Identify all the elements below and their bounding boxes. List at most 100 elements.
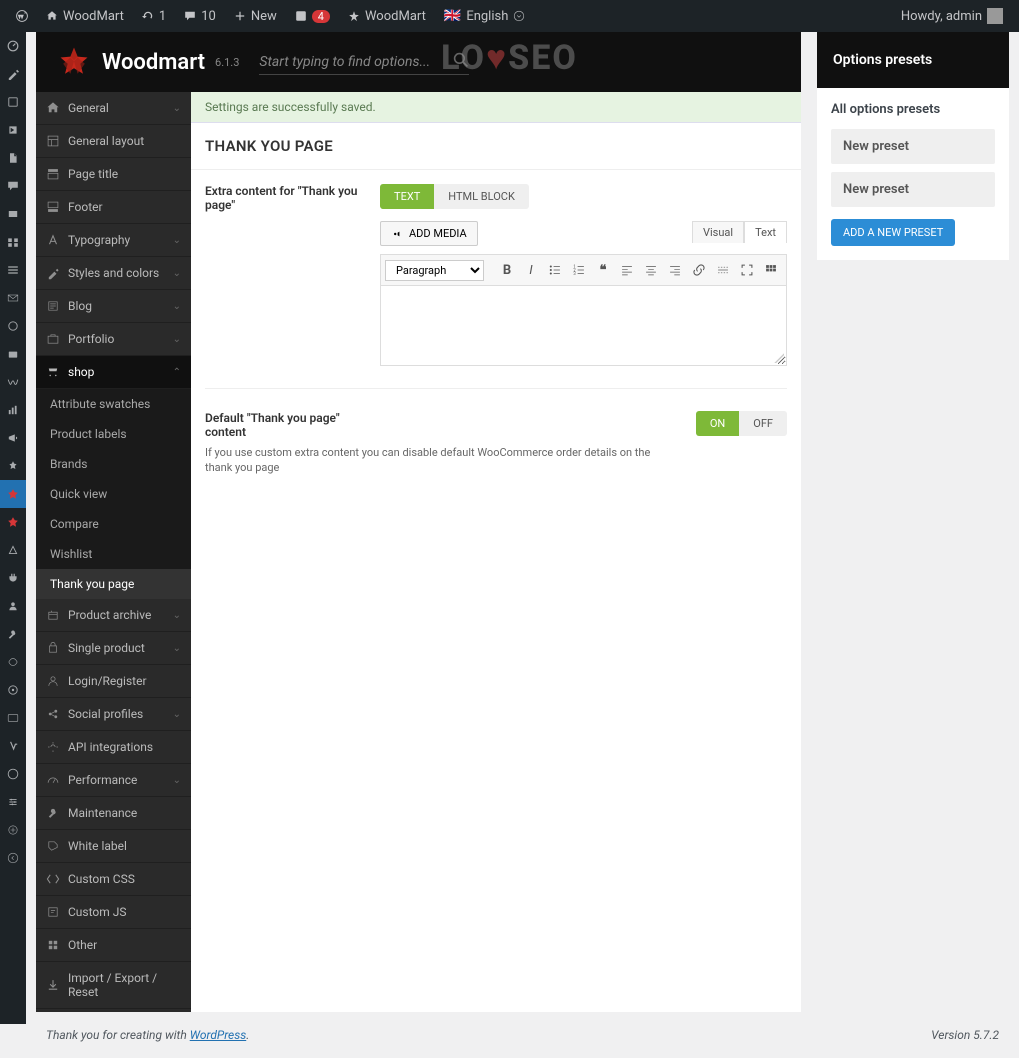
updates-count: 1 (159, 9, 166, 24)
rail-analytics-icon[interactable] (0, 396, 26, 424)
nav-footer[interactable]: Footer (36, 191, 191, 224)
theme-search-input[interactable] (259, 50, 469, 75)
rail-item-icon[interactable] (0, 312, 26, 340)
rail-settings-icon[interactable] (0, 788, 26, 816)
rail-item-icon[interactable] (0, 228, 26, 256)
rail-item-icon[interactable] (0, 88, 26, 116)
chevron-down-icon: ⌄ (173, 643, 181, 654)
nav-brands[interactable]: Brands (36, 449, 191, 479)
nav-product-archive[interactable]: Product archive⌄ (36, 599, 191, 632)
add-preset-button[interactable]: ADD A NEW PRESET (831, 219, 955, 246)
wordpress-link[interactable]: WordPress (190, 1028, 247, 1042)
toggle-off-button[interactable]: OFF (739, 411, 787, 436)
italic-button[interactable]: I (520, 259, 542, 281)
comments-link[interactable]: 10 (176, 0, 224, 32)
fullscreen-button[interactable] (736, 259, 758, 281)
rail-dashboard-icon[interactable] (0, 32, 26, 60)
rail-item-icon[interactable] (0, 648, 26, 676)
toggle-on-button[interactable]: ON (696, 411, 739, 436)
content-type-switch: TEXT HTML BLOCK (380, 184, 529, 209)
rail-item-icon[interactable] (0, 200, 26, 228)
rail-item-icon[interactable] (0, 508, 26, 536)
format-select[interactable]: Paragraph (385, 260, 484, 281)
rail-plugins-icon[interactable] (0, 564, 26, 592)
nav-blog[interactable]: Blog⌄ (36, 290, 191, 323)
rail-item-icon[interactable] (0, 676, 26, 704)
yoast-link[interactable]: 4 (287, 0, 338, 32)
numbered-list-button[interactable]: 123 (568, 259, 590, 281)
preset-item[interactable]: New preset (831, 129, 995, 164)
blockquote-button[interactable]: ❝ (592, 259, 614, 281)
rail-item-icon[interactable] (0, 340, 26, 368)
wp-logo[interactable] (8, 0, 36, 32)
link-button[interactable] (688, 259, 710, 281)
rail-mail-icon[interactable] (0, 284, 26, 312)
nav-single-product[interactable]: Single product⌄ (36, 632, 191, 665)
read-more-button[interactable] (712, 259, 734, 281)
nav-typography[interactable]: Typography⌄ (36, 224, 191, 257)
nav-maintenance[interactable]: Maintenance (36, 797, 191, 830)
rail-woo-icon[interactable] (0, 368, 26, 396)
nav-page-title[interactable]: Page title (36, 158, 191, 191)
site-name-link[interactable]: WoodMart (38, 0, 132, 32)
nav-compare[interactable]: Compare (36, 509, 191, 539)
user-menu[interactable]: Howdy, admin (893, 0, 1011, 32)
nav-custom-js[interactable]: Custom JS (36, 896, 191, 929)
editor-textarea[interactable] (380, 286, 787, 366)
nav-styles-colors[interactable]: Styles and colors⌄ (36, 257, 191, 290)
theme-link[interactable]: WoodMart (340, 0, 434, 32)
nav-shop[interactable]: shop⌃ (36, 356, 191, 389)
nav-performance[interactable]: Performance⌄ (36, 764, 191, 797)
nav-product-labels[interactable]: Product labels (36, 419, 191, 449)
add-media-button[interactable]: ADD MEDIA (380, 221, 478, 246)
rail-woodmart-icon[interactable] (0, 480, 26, 508)
editor-toolbar: Paragraph B I 123 ❝ (380, 254, 787, 286)
editor-tab-visual[interactable]: Visual (692, 221, 744, 243)
rail-item-icon[interactable] (0, 704, 26, 732)
rail-appearance-icon[interactable] (0, 536, 26, 564)
rail-item-icon[interactable] (0, 816, 26, 844)
rail-pages-icon[interactable] (0, 144, 26, 172)
rail-users-icon[interactable] (0, 592, 26, 620)
nav-wishlist[interactable]: Wishlist (36, 539, 191, 569)
toolbar-toggle-button[interactable] (760, 259, 782, 281)
preset-item[interactable]: New preset (831, 172, 995, 207)
nav-custom-css[interactable]: Custom CSS (36, 863, 191, 896)
nav-general[interactable]: General⌄ (36, 92, 191, 125)
rail-item-icon[interactable] (0, 256, 26, 284)
rail-tools-icon[interactable] (0, 620, 26, 648)
rail-posts-icon[interactable] (0, 60, 26, 88)
tab-html-block-button[interactable]: HTML BLOCK (434, 184, 529, 209)
nav-api-integrations[interactable]: API integrations (36, 731, 191, 764)
align-right-button[interactable] (664, 259, 686, 281)
bullet-list-button[interactable] (544, 259, 566, 281)
rail-seo-icon[interactable] (0, 732, 26, 760)
nav-login-register[interactable]: Login/Register (36, 665, 191, 698)
rail-item-icon[interactable] (0, 760, 26, 788)
nav-social-profiles[interactable]: Social profiles⌄ (36, 698, 191, 731)
nav-thank-you-page[interactable]: Thank you page (36, 569, 191, 599)
editor-tab-text[interactable]: Text (744, 221, 787, 243)
rail-comments-icon[interactable] (0, 172, 26, 200)
nav-general-layout[interactable]: General layout (36, 125, 191, 158)
rail-collapse-icon[interactable] (0, 844, 26, 872)
new-content-link[interactable]: New (226, 0, 285, 32)
bold-button[interactable]: B (496, 259, 518, 281)
nav-portfolio[interactable]: Portfolio⌄ (36, 323, 191, 356)
rail-marketing-icon[interactable] (0, 424, 26, 452)
nav-import-export[interactable]: Import / Export / Reset (36, 962, 191, 1009)
yoast-count: 4 (312, 10, 330, 23)
updates-link[interactable]: 1 (134, 0, 174, 32)
nav-other[interactable]: Other (36, 929, 191, 962)
nav-attribute-swatches[interactable]: Attribute swatches (36, 389, 191, 419)
align-center-button[interactable] (640, 259, 662, 281)
rail-item-icon[interactable] (0, 452, 26, 480)
nav-white-label[interactable]: White label (36, 830, 191, 863)
footer-thank-you: Thank you for creating with (46, 1028, 190, 1042)
rail-media-icon[interactable] (0, 116, 26, 144)
tab-text-button[interactable]: TEXT (380, 184, 434, 209)
language-switcher[interactable]: 🇬🇧English (436, 0, 534, 32)
nav-quick-view[interactable]: Quick view (36, 479, 191, 509)
align-left-button[interactable] (616, 259, 638, 281)
chevron-down-icon: ⌄ (173, 610, 181, 621)
